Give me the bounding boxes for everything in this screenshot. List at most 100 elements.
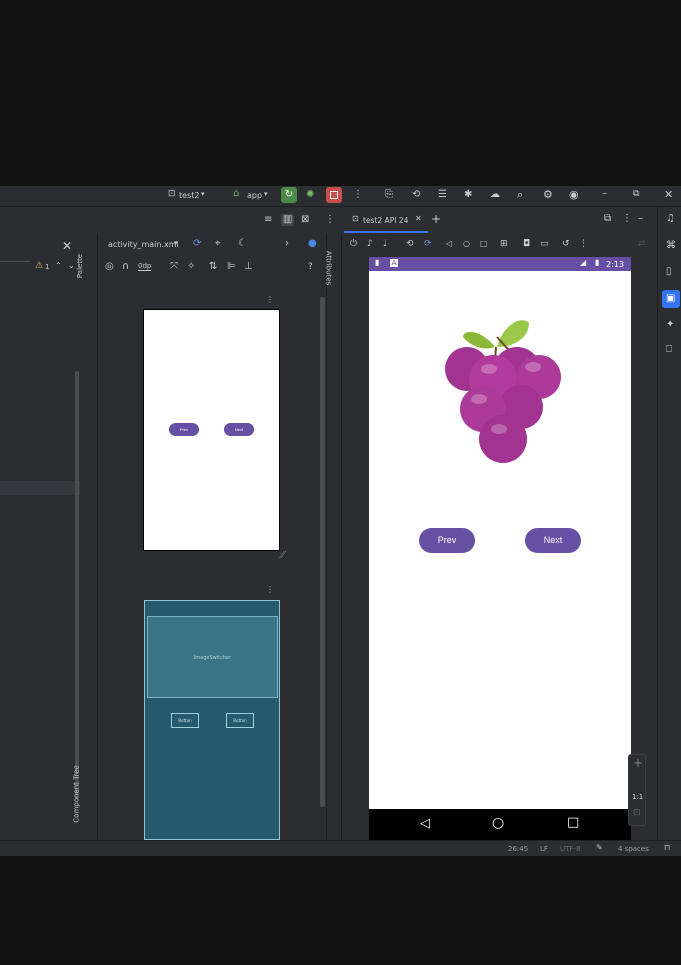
device-tab[interactable]: test2 API 24 (363, 216, 408, 225)
encoding[interactable]: UTF-8 (560, 845, 580, 853)
gradle-icon[interactable]: ⌘ (666, 241, 676, 251)
preview-prev-button[interactable]: Prev (169, 423, 199, 436)
notifications-icon[interactable]: ♫ (666, 214, 675, 224)
chevron-down-icon[interactable]: ⌄ (68, 262, 75, 270)
blueprint-image-switcher[interactable]: ImageSwitcher (147, 616, 278, 698)
add-tab-button[interactable]: + (431, 212, 441, 226)
chevron-up-icon[interactable]: ⌃ (55, 262, 62, 270)
indent[interactable]: 4 spaces (618, 845, 649, 853)
close-icon[interactable]: ✕ (664, 189, 673, 200)
fold-icon[interactable]: ⊞ (500, 240, 508, 249)
line-separator[interactable]: LF (540, 845, 548, 853)
stop-button[interactable] (326, 187, 342, 203)
design-preview[interactable]: Prev Next (143, 309, 280, 551)
settings-icon[interactable]: ⚙ (543, 189, 553, 200)
cursor-position[interactable]: 26:45 (508, 845, 528, 853)
mirror-icon[interactable]: ⇄ (638, 240, 646, 249)
device-explorer-icon[interactable]: ⎕ (666, 345, 672, 355)
restore-icon[interactable]: ⧉ (633, 190, 639, 199)
open-external-icon[interactable]: ⧉ (604, 214, 611, 224)
overview-icon[interactable]: □ (480, 240, 488, 248)
zoom-in-button[interactable]: + (633, 756, 643, 770)
chevron-down-icon[interactable]: ▾ (201, 191, 205, 198)
nav-overview-icon[interactable]: □ (567, 816, 579, 829)
close-tab-icon[interactable]: ✕ (415, 215, 422, 223)
snapshot-icon[interactable]: ↺ (562, 240, 570, 249)
next-button[interactable]: Next (525, 528, 581, 553)
close-panel-icon[interactable]: ✕ (62, 240, 72, 252)
bug-icon[interactable]: ✱ (464, 190, 472, 200)
account-icon[interactable]: ◉ (569, 189, 579, 200)
guidelines-icon[interactable]: ⊥ (244, 262, 253, 272)
hide-icon[interactable]: – (638, 214, 643, 224)
more-icon[interactable]: ⋮ (266, 296, 274, 304)
gemini-icon[interactable]: ✦ (666, 320, 674, 330)
translate-icon[interactable]: ⟲ (412, 190, 420, 200)
attributes-tab[interactable]: Attributes (324, 251, 332, 286)
more-icon[interactable]: ⋮ (325, 215, 335, 225)
cloud-icon[interactable]: ☁ (490, 190, 500, 200)
more-icon[interactable]: ⋮ (266, 586, 274, 594)
nav-home-icon[interactable]: ○ (492, 816, 504, 830)
magnet-icon[interactable]: ∩ (122, 262, 129, 272)
margin-value[interactable]: 0dp (138, 262, 152, 271)
chevron-down-icon[interactable]: ▾ (174, 240, 178, 247)
pack-icon[interactable]: ⇅ (209, 262, 217, 272)
blueprint-preview[interactable]: ImageSwitcher Button Button (144, 600, 280, 840)
layout-icon[interactable]: ☰ (438, 190, 447, 200)
night-mode-icon[interactable]: ☾ (238, 239, 247, 249)
debug-icon[interactable]: ✺ (306, 190, 314, 200)
more-icon[interactable]: ⋮ (579, 240, 588, 249)
warning-icon[interactable]: ⚠ (35, 262, 43, 271)
minimize-icon[interactable]: – (602, 189, 607, 199)
info-icon[interactable]: ● (308, 239, 317, 249)
canvas-scrollbar[interactable] (320, 297, 325, 807)
help-icon[interactable]: ? (308, 262, 313, 272)
prev-button[interactable]: Prev (419, 528, 475, 553)
rotate-left-icon[interactable]: ⟲ (406, 240, 414, 249)
component-tree-tab[interactable]: Component Tree (73, 765, 81, 822)
volume-down-icon[interactable]: ♩ (383, 240, 387, 249)
power-icon[interactable]: ⏻ (350, 240, 357, 249)
palette-tab[interactable]: Palette (76, 254, 84, 278)
emulator-screen[interactable]: ▮ A ◢ ▮ 2:13 Prev Next ◁ ○ □ (369, 257, 631, 840)
eye-icon[interactable]: ◎ (105, 262, 114, 272)
zoom-actual-button[interactable]: 1:1 (632, 793, 643, 801)
rotate-right-icon[interactable]: ⟳ (424, 240, 432, 249)
device-manager-icon[interactable]: ▯ (666, 267, 672, 277)
record-icon[interactable]: ▭ (540, 240, 549, 249)
resize-handle-icon[interactable]: ⁄⁄ (281, 551, 284, 561)
blueprint-button-2[interactable]: Button (226, 713, 254, 728)
search-icon[interactable]: ⌕ (517, 189, 523, 200)
home-icon[interactable]: ○ (463, 240, 470, 248)
infer-constraints-icon[interactable]: ✧ (187, 262, 195, 272)
nav-back-icon[interactable]: ◁ (420, 817, 430, 830)
running-devices-button[interactable]: ▣ (662, 290, 680, 308)
chevron-right-icon[interactable]: › (285, 239, 289, 249)
design-view-icon[interactable]: ⊠ (301, 215, 309, 225)
file-tab[interactable]: activity_main.xml (108, 240, 179, 249)
vcs-icon[interactable]: ⎘ (385, 190, 393, 200)
align-icon[interactable]: ⊫ (227, 262, 236, 272)
device-icon[interactable]: ⌖ (215, 239, 221, 249)
zoom-fit-icon[interactable]: ⊡ (633, 809, 641, 818)
orientation-icon[interactable]: ⟳ (193, 239, 201, 249)
project-name[interactable]: test2 (179, 191, 199, 200)
lock-icon[interactable]: ⊓ (664, 844, 670, 852)
preview-next-button[interactable]: Next (224, 423, 254, 436)
chevron-down-icon[interactable]: ▾ (264, 191, 268, 198)
more-icon[interactable]: ⋮ (353, 190, 363, 200)
code-view-icon[interactable]: ≡ (264, 215, 272, 225)
back-icon[interactable]: ◁ (446, 240, 452, 248)
selected-row[interactable] (0, 481, 80, 495)
screenshot-icon[interactable]: ◘ (523, 240, 530, 249)
clear-constraints-icon[interactable]: ⤧ (170, 262, 178, 272)
scrollbar[interactable] (75, 371, 79, 799)
blueprint-button-1[interactable]: Button (171, 713, 199, 728)
inspection-icon[interactable]: ✎ (596, 844, 603, 852)
rerun-button[interactable]: ↻ (281, 187, 297, 203)
more-icon[interactable]: ⋮ (622, 214, 632, 224)
volume-up-icon[interactable]: ♪ (367, 240, 373, 249)
run-config[interactable]: app (247, 191, 262, 200)
split-view-icon[interactable]: ▥ (281, 214, 295, 226)
